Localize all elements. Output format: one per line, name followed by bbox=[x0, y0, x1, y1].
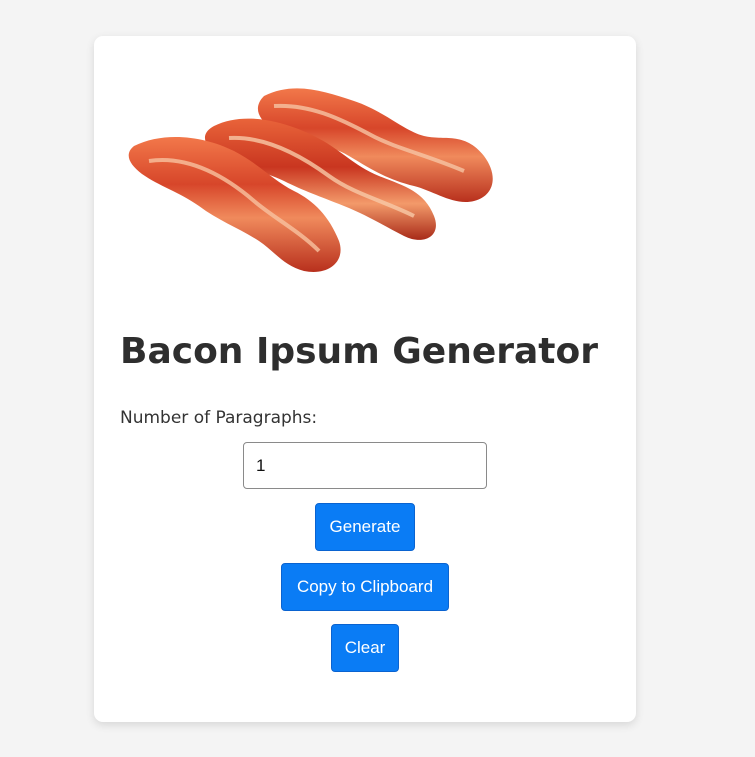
generate-button[interactable]: Generate bbox=[315, 503, 415, 551]
paragraphs-label: Number of Paragraphs: bbox=[120, 408, 318, 428]
clear-button[interactable]: Clear bbox=[331, 624, 399, 672]
generator-card: Bacon Ipsum Generator Number of Paragrap… bbox=[94, 36, 636, 722]
paragraphs-input[interactable] bbox=[243, 442, 487, 489]
copy-to-clipboard-button[interactable]: Copy to Clipboard bbox=[281, 563, 449, 611]
page-title: Bacon Ipsum Generator bbox=[120, 331, 598, 372]
bacon-image bbox=[128, 88, 493, 272]
